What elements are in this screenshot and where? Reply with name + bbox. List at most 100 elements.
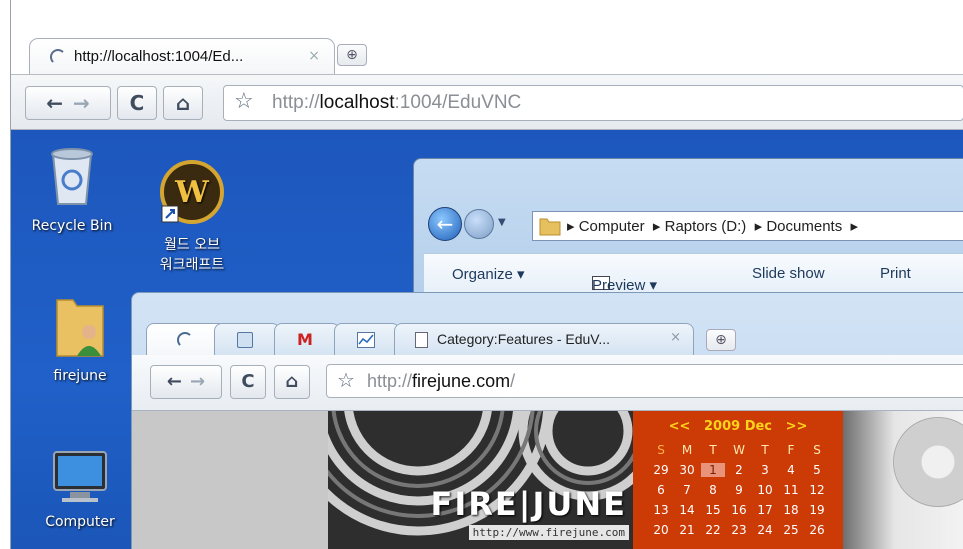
calendar-day[interactable]: 22: [701, 523, 725, 537]
calendar-day[interactable]: 7: [675, 483, 699, 497]
calendar-day[interactable]: 19: [805, 503, 829, 517]
calendar-day[interactable]: 10: [753, 483, 777, 497]
home-button[interactable]: ⌂: [163, 86, 203, 120]
breadcrumb-path: ▸ Computer ▸ Raptors (D:) ▸ Documents ▸: [567, 218, 859, 235]
calendar-day[interactable]: 12: [805, 483, 829, 497]
breadcrumb-item[interactable]: Raptors (D:): [665, 218, 747, 235]
inner-address-bar[interactable]: ☆ http://firejune.com/: [326, 364, 963, 398]
ipod-click-wheel: [893, 417, 963, 507]
calendar-widget: << 2009 Dec >> S M T W T F S 29 30 1 2 3 4 5 6 7 8 9 10 11 1…: [633, 411, 843, 549]
warcraft-label: 월드 오브 워크래프트: [159, 237, 225, 273]
calendar-day[interactable]: 29: [649, 463, 673, 477]
chart-icon: [357, 332, 375, 348]
calendar-weekday: T: [761, 443, 769, 457]
firejune-url-caption: http://www.firejune.com: [468, 525, 629, 540]
calendar-day[interactable]: 9: [727, 483, 751, 497]
desktop-icon-world-of-warcraft[interactable]: W 월드 오브 워크래프트: [137, 144, 247, 290]
firejune-logo-text: FIRE|JUNE: [430, 485, 627, 523]
explorer-history-dropdown[interactable]: ▼: [498, 217, 506, 228]
loading-spinner-icon: [177, 332, 193, 348]
inner-tab-gmail[interactable]: M: [274, 323, 340, 356]
url-host: localhost: [319, 92, 395, 113]
calendar-weekday: S: [813, 443, 821, 457]
inner-home-button[interactable]: ⌂: [274, 365, 310, 399]
new-tab-button[interactable]: ⊕: [337, 44, 367, 66]
calendar-day[interactable]: 18: [779, 503, 803, 517]
rss-feed-icon: [237, 332, 253, 348]
calendar-next-link[interactable]: >>: [786, 419, 808, 434]
inner-tab-category-features[interactable]: Category:Features - EduV... ×: [394, 323, 694, 356]
breadcrumb-item[interactable]: Computer: [579, 218, 645, 235]
outer-tab-close-icon[interactable]: ×: [308, 48, 320, 64]
inner-tab-close-icon[interactable]: ×: [670, 330, 681, 345]
calendar-day[interactable]: 24: [753, 523, 777, 537]
calendar-day[interactable]: 20: [649, 523, 673, 537]
calendar-weekday: W: [733, 443, 745, 457]
calendar-day[interactable]: 16: [727, 503, 751, 517]
forward-arrow-icon[interactable]: →: [190, 371, 205, 392]
calendar-day[interactable]: 1: [701, 463, 725, 477]
outer-browser-window: http://localhost:1004/Ed... × ⊕ ← → C ⌂ ☆…: [10, 0, 963, 549]
calendar-day[interactable]: 3: [753, 463, 777, 477]
firejune-label: firejune: [53, 368, 107, 384]
calendar-weekday: M: [681, 443, 693, 457]
folder-icon: [539, 218, 561, 236]
slideshow-button[interactable]: Slide show: [752, 265, 825, 282]
calendar-prev-link[interactable]: <<: [669, 419, 691, 434]
outer-toolbar: ← → C ⌂ ☆ http://localhost:1004/EduVNC: [11, 74, 963, 130]
calendar-day[interactable]: 13: [649, 503, 673, 517]
explorer-address-bar[interactable]: ▸ Computer ▸ Raptors (D:) ▸ Documents ▸: [532, 211, 963, 241]
forward-arrow-icon[interactable]: →: [73, 91, 90, 115]
explorer-command-bar: Organize ▾ Preview ▾ Slide show Print: [424, 253, 963, 297]
outer-tab-strip: http://localhost:1004/Ed... × ⊕: [11, 0, 963, 76]
firejune-banner[interactable]: FIRE|JUNE http://www.firejune.com: [328, 411, 633, 549]
url-host: firejune.com: [412, 371, 511, 391]
recycle-bin-icon: [51, 148, 93, 205]
calendar-day[interactable]: 25: [779, 523, 803, 537]
breadcrumb-item[interactable]: Documents: [766, 218, 842, 235]
calendar-day[interactable]: 5: [805, 463, 829, 477]
calendar-day[interactable]: 2: [727, 463, 751, 477]
back-arrow-icon[interactable]: ←: [167, 371, 182, 392]
bookmark-star-icon[interactable]: ☆: [337, 368, 355, 392]
explorer-forward-button[interactable]: [464, 209, 494, 239]
calendar-day[interactable]: 6: [649, 483, 673, 497]
calendar-day[interactable]: 26: [805, 523, 829, 537]
url-path: :1004/EduVNC: [394, 92, 522, 113]
back-arrow-icon[interactable]: ←: [46, 91, 63, 115]
inner-toolbar: ← → C ⌂ ☆ http://firejune.com/: [132, 355, 963, 411]
bookmark-star-icon[interactable]: ☆: [234, 89, 254, 114]
calendar-day[interactable]: 30: [675, 463, 699, 477]
remote-desktop: Recycle Bin W 월드 오브 워크래프트 firejune Compu…: [11, 130, 963, 549]
desktop-icon-computer[interactable]: Computer: [25, 448, 135, 530]
explorer-back-button[interactable]: ←: [428, 207, 462, 241]
desktop-icon-recycle-bin[interactable]: Recycle Bin: [17, 144, 127, 234]
print-button[interactable]: Print: [880, 265, 911, 282]
ipod-image: [843, 411, 963, 549]
outer-url-text: http://localhost:1004/EduVNC: [272, 92, 521, 114]
calendar-day[interactable]: 21: [675, 523, 699, 537]
inner-new-tab-button[interactable]: ⊕: [706, 329, 736, 351]
calendar-day[interactable]: 23: [727, 523, 751, 537]
outer-address-bar[interactable]: ☆ http://localhost:1004/EduVNC: [223, 85, 963, 121]
inner-back-forward-button[interactable]: ← →: [150, 365, 222, 399]
calendar-day[interactable]: 17: [753, 503, 777, 517]
recycle-bin-label: Recycle Bin: [31, 218, 113, 234]
inner-tab-analytics[interactable]: [334, 323, 400, 356]
outer-tab[interactable]: http://localhost:1004/Ed... ×: [29, 38, 335, 74]
url-scheme: http://: [367, 371, 413, 391]
calendar-day[interactable]: 8: [701, 483, 725, 497]
inner-tab-feed[interactable]: [214, 323, 280, 356]
calendar-weekday: T: [709, 443, 717, 457]
back-forward-button[interactable]: ← →: [25, 86, 111, 120]
inner-url-text: http://firejune.com/: [367, 371, 515, 392]
document-icon: [415, 332, 428, 348]
calendar-day[interactable]: 14: [675, 503, 699, 517]
calendar-day[interactable]: 4: [779, 463, 803, 477]
calendar-day[interactable]: 15: [701, 503, 725, 517]
inner-reload-button[interactable]: C: [230, 365, 266, 399]
calendar-day[interactable]: 11: [779, 483, 803, 497]
reload-button[interactable]: C: [117, 86, 157, 120]
desktop-icon-firejune[interactable]: firejune: [25, 292, 135, 384]
organize-button[interactable]: Organize ▾: [452, 265, 525, 283]
